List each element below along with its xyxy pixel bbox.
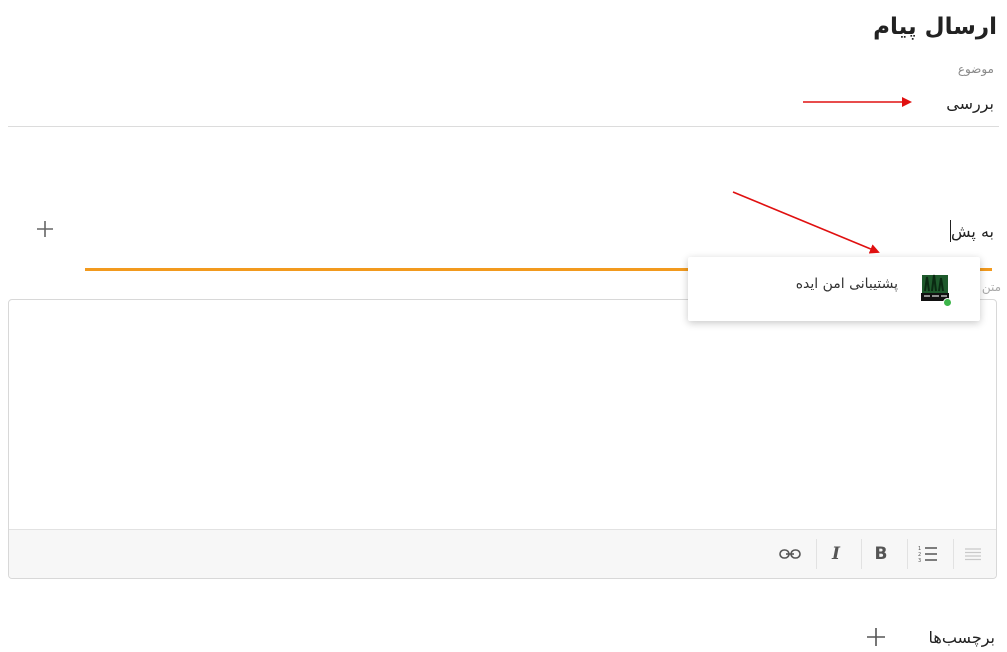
link-icon <box>779 549 801 559</box>
toolbar-divider <box>953 539 954 569</box>
italic-icon: I <box>832 544 840 564</box>
italic-button[interactable]: I <box>819 538 853 570</box>
online-status-dot <box>943 298 952 307</box>
toolbar-divider <box>907 539 908 569</box>
tags-label: برچسب‌ها <box>928 628 995 647</box>
annotation-arrow-suggestion <box>732 191 880 254</box>
numbered-list-button[interactable]: 1 2 3 <box>911 538 945 570</box>
recipient-suggestions: پشتیبانی امن ایده <box>688 257 980 321</box>
editor-toolbar: 1 2 3 B I <box>9 529 996 578</box>
plus-icon <box>867 628 885 646</box>
plus-icon <box>37 221 53 237</box>
text-caret <box>950 220 952 242</box>
recipient-input-text: به پش <box>951 221 994 241</box>
toolbar-divider <box>816 539 817 569</box>
add-tag-button[interactable] <box>863 624 889 650</box>
body-label: متن <box>981 280 1001 294</box>
svg-text:3: 3 <box>918 558 921 563</box>
message-editor[interactable]: 1 2 3 B I <box>8 299 997 579</box>
page-title: ارسال پیام <box>873 14 997 40</box>
subject-underline <box>8 126 999 127</box>
bold-button[interactable]: B <box>864 538 898 570</box>
subject-input[interactable]: بررسی <box>946 94 994 113</box>
subject-label: موضوع <box>957 62 994 76</box>
toolbar-divider <box>861 539 862 569</box>
align-button[interactable] <box>956 538 990 570</box>
numbered-list-icon: 1 2 3 <box>918 546 937 563</box>
recipient-input[interactable]: به پش <box>950 218 994 244</box>
align-icon <box>965 548 981 561</box>
suggestion-name: پشتیبانی امن ایده <box>795 276 898 292</box>
add-recipient-button[interactable] <box>32 216 58 242</box>
suggestion-item[interactable]: پشتیبانی امن ایده <box>688 257 980 321</box>
link-button[interactable] <box>773 538 807 570</box>
bold-icon: B <box>874 544 888 564</box>
